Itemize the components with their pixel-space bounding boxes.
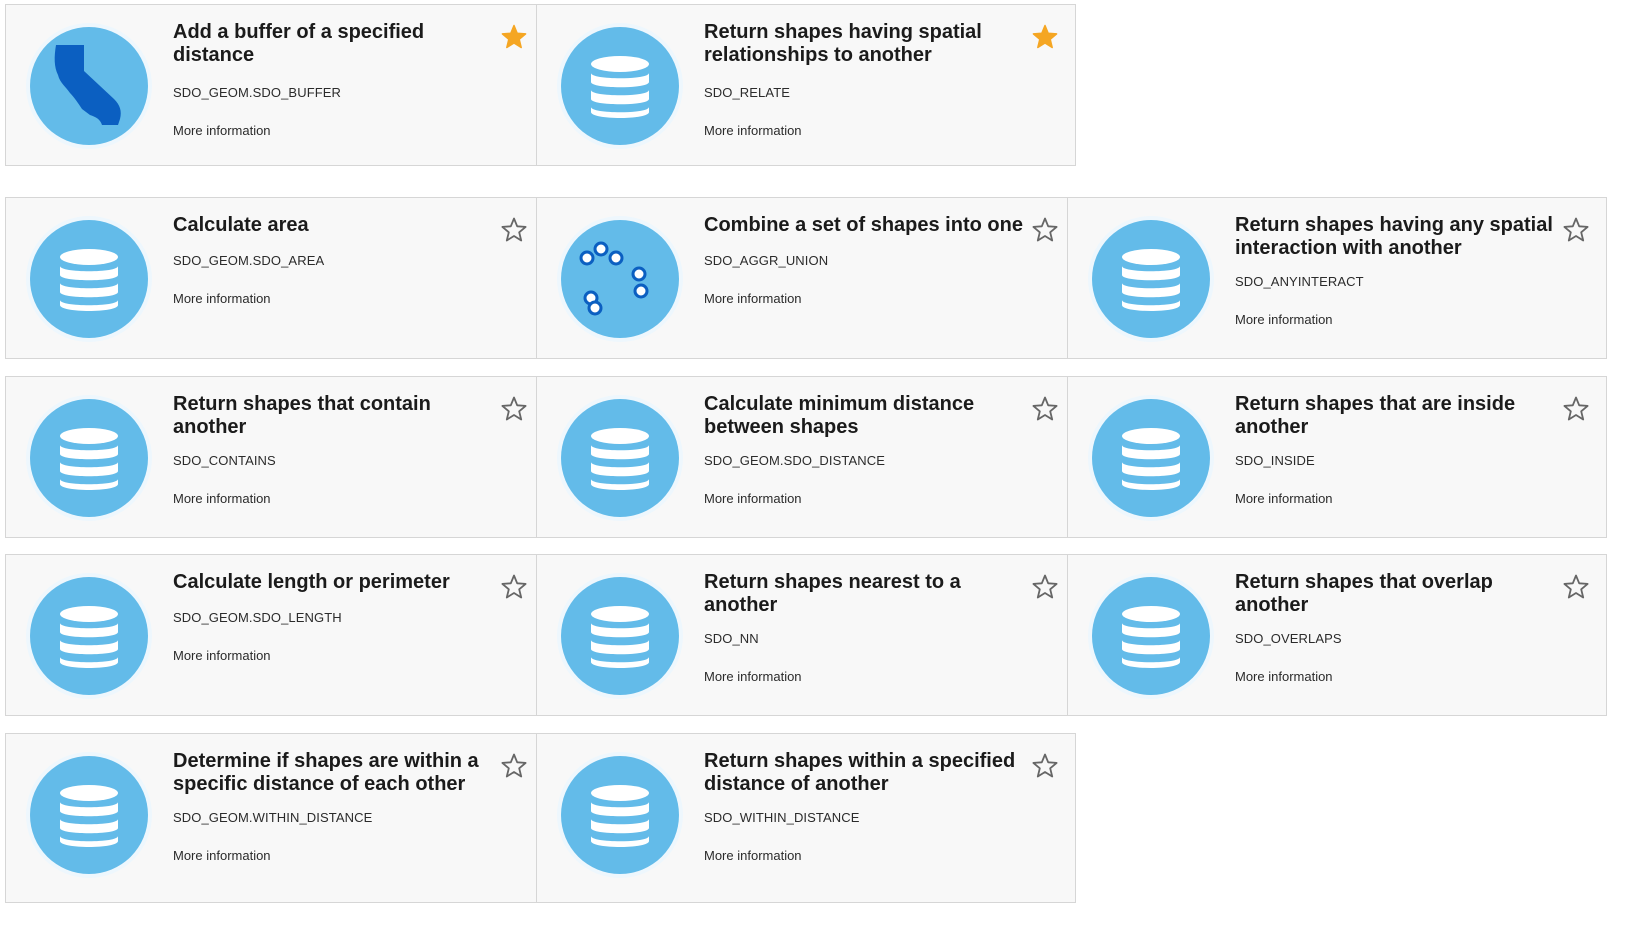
function-card[interactable]: Return shapes that contain another SDO_CO… [5,376,545,538]
more-information-link[interactable]: More information [704,669,802,684]
star-outline-icon[interactable] [1562,573,1590,601]
database-icon [561,756,679,874]
function-code: SDO_GEOM.WITHIN_DISTANCE [173,810,373,825]
database-icon [30,399,148,517]
california-map-icon [30,27,148,145]
star-outline-icon[interactable] [1031,216,1059,244]
function-card[interactable]: Return shapes nearest to a another SDO_NN… [536,554,1076,716]
star-outline-icon[interactable] [500,395,528,423]
function-code: SDO_GEOM.SDO_AREA [173,253,325,268]
more-information-link[interactable]: More information [173,291,271,306]
function-card[interactable]: Return shapes having any spatial interac… [1067,197,1607,359]
database-icon [1092,577,1210,695]
star-outline-icon[interactable] [1031,752,1059,780]
function-code: SDO_CONTAINS [173,453,276,468]
database-icon [1092,399,1210,517]
card-title: Return shapes nearest to a another [704,571,961,616]
card-title: Calculate minimum distance between shape… [704,393,975,438]
database-icon [561,577,679,695]
star-outline-icon[interactable] [500,216,528,244]
more-information-link[interactable]: More information [1235,312,1333,327]
card-title: Calculate area [173,214,309,236]
card-title: Return shapes that are inside another [1235,393,1516,438]
function-code: SDO_AGGR_UNION [704,253,829,268]
function-card[interactable]: Calculate area SDO_GEOM.SDO_AREA More info… [5,197,545,359]
card-title: Return shapes that contain another [173,393,431,438]
more-information-link[interactable]: More information [1235,669,1333,684]
database-icon [1092,220,1210,338]
point-cluster-icon [561,220,679,338]
function-card[interactable]: Combine a set of shapes into one SDO_AGGR… [536,197,1076,359]
star-outline-icon[interactable] [1031,395,1059,423]
function-code: SDO_WITHIN_DISTANCE [704,810,860,825]
card-title: Return shapes having any spatial interac… [1235,214,1553,259]
card-title: Add a buffer of a specified distance [173,21,425,66]
card-title: Determine if shapes are within a specifi… [173,750,479,795]
card-title: Return shapes that overlap another [1235,571,1493,616]
more-information-link[interactable]: More information [173,491,271,506]
star-outline-icon[interactable] [1562,216,1590,244]
more-information-link[interactable]: More information [173,848,271,863]
database-icon [30,220,148,338]
function-code: SDO_INSIDE [1235,453,1315,468]
database-icon [30,756,148,874]
function-code: SDO_RELATE [704,85,791,100]
card-title: Combine a set of shapes into one [704,214,1023,236]
function-code: SDO_OVERLAPS [1235,631,1342,646]
function-card[interactable]: Return shapes that are inside another SDO… [1067,376,1607,538]
database-icon [561,399,679,517]
card-title: Return shapes within a specified distanc… [704,750,1016,795]
more-information-link[interactable]: More information [704,848,802,863]
function-code: SDO_NN [704,631,759,646]
function-code: SDO_GEOM.SDO_BUFFER [173,85,342,100]
more-information-link[interactable]: More information [173,123,271,138]
function-code: SDO_GEOM.SDO_DISTANCE [704,453,886,468]
function-card[interactable]: Return shapes that overlap another SDO_OV… [1067,554,1607,716]
star-outline-icon[interactable] [1562,395,1590,423]
function-code: SDO_GEOM.SDO_LENGTH [173,610,342,625]
star-outline-icon[interactable] [1031,573,1059,601]
database-icon [561,27,679,145]
card-title: Return shapes having spatial relationshi… [704,21,982,66]
database-icon [30,577,148,695]
more-information-link[interactable]: More information [704,491,802,506]
more-information-link[interactable]: More information [704,123,802,138]
star-outline-icon[interactable] [500,752,528,780]
function-card[interactable]: Return shapes having spatial relationshi… [536,4,1076,166]
more-information-link[interactable]: More information [1235,491,1333,506]
star-filled-icon[interactable] [500,23,528,51]
function-card[interactable]: Calculate minimum distance between shape… [536,376,1076,538]
more-information-link[interactable]: More information [173,648,271,663]
more-information-link[interactable]: More information [704,291,802,306]
star-outline-icon[interactable] [500,573,528,601]
function-card[interactable]: Return shapes within a specified distanc… [536,733,1076,903]
star-filled-icon[interactable] [1031,23,1059,51]
function-code: SDO_ANYINTERACT [1235,274,1364,289]
function-card[interactable]: Calculate length or perimeter SDO_GEOM.SD… [5,554,545,716]
function-card[interactable]: Determine if shapes are within a specifi… [5,733,545,903]
function-card[interactable]: Add a buffer of a specified distance SDO_… [5,4,545,166]
card-title: Calculate length or perimeter [173,571,450,593]
